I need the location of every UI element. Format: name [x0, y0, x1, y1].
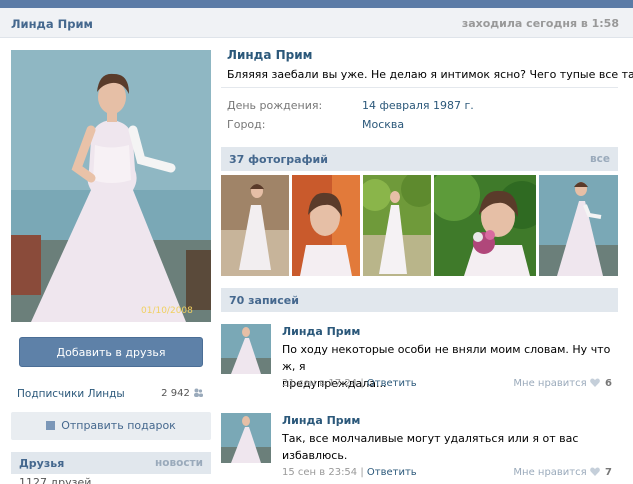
- header-name[interactable]: Линда Прим: [11, 17, 93, 31]
- birthday-label: День рождения:: [227, 99, 323, 112]
- post-reply-link[interactable]: Ответить: [367, 378, 417, 389]
- birthday-value[interactable]: 14 февраля 1987 г.: [362, 99, 474, 112]
- post-like-count: 7: [605, 467, 612, 478]
- city-label: Город:: [227, 118, 266, 131]
- post-meta: 15 сен в 23:54 | Ответить: [282, 467, 417, 478]
- photos-section-header: 37 фотографий все: [221, 147, 618, 171]
- city-value[interactable]: Москва: [362, 118, 404, 131]
- photo-thumbnail[interactable]: [539, 175, 618, 276]
- post-author-link[interactable]: Линда Прим: [282, 325, 360, 338]
- profile-header-bar: Линда Прим заходила сегодня в 1:58: [0, 8, 633, 38]
- gift-icon: [46, 421, 56, 430]
- top-strip: [0, 0, 633, 8]
- wall-title[interactable]: 70 записей: [229, 294, 299, 307]
- profile-status-text: Бляяяя заебали вы уже. Не делаю я интимо…: [227, 68, 633, 81]
- post-meta: 21 сен в 17:24 | Ответить: [282, 378, 417, 389]
- photo-thumbnail[interactable]: [434, 175, 536, 276]
- post-date[interactable]: 21 сен в 17:24: [282, 378, 357, 389]
- profile-name: Линда Прим: [227, 48, 313, 62]
- last-seen-status: заходила сегодня в 1:58: [461, 17, 619, 30]
- post-author-avatar[interactable]: [221, 413, 271, 463]
- subscribers-count: 2 942: [161, 388, 203, 399]
- post-like-button[interactable]: Мне нравится 7: [513, 467, 612, 478]
- heart-icon: [589, 378, 600, 387]
- avatar-date-stamp: 01/10/2008: [141, 306, 193, 316]
- post-date[interactable]: 15 сен в 23:54: [282, 467, 357, 478]
- post-author-link[interactable]: Линда Прим: [282, 414, 360, 427]
- friends-section-header: Друзья новости: [11, 452, 211, 474]
- photo-thumbnail[interactable]: [292, 175, 360, 276]
- heart-icon: [589, 467, 600, 476]
- photos-title[interactable]: 37 фотографий: [229, 153, 328, 166]
- add-to-friends-button[interactable]: Добавить в друзья: [19, 337, 203, 367]
- photo-thumbnail[interactable]: [221, 175, 289, 276]
- post-reply-link[interactable]: Ответить: [367, 467, 417, 478]
- post-author-avatar[interactable]: [221, 324, 271, 374]
- friends-news-link[interactable]: новости: [155, 457, 203, 469]
- subscribers-link[interactable]: Подписчики Линды 2 942: [17, 388, 205, 404]
- post-text: Так, все молчаливые могут удаляться или …: [282, 432, 579, 462]
- people-icon: [194, 388, 203, 397]
- friends-count: 1127 друзей: [19, 476, 92, 484]
- subscribers-label: Подписчики Линды: [17, 388, 125, 400]
- wall-section-header: 70 записей: [221, 288, 618, 312]
- send-gift-button[interactable]: Отправить подарок: [11, 412, 211, 440]
- send-gift-label: Отправить подарок: [61, 419, 176, 432]
- friends-title[interactable]: Друзья: [19, 457, 64, 470]
- info-divider: [221, 87, 618, 88]
- photos-all-link[interactable]: все: [590, 153, 610, 165]
- photo-thumbnail[interactable]: [363, 175, 431, 276]
- profile-avatar[interactable]: 01/10/2008: [11, 50, 211, 322]
- post-like-count: 6: [605, 378, 612, 389]
- post-like-button[interactable]: Мне нравится 6: [513, 378, 612, 389]
